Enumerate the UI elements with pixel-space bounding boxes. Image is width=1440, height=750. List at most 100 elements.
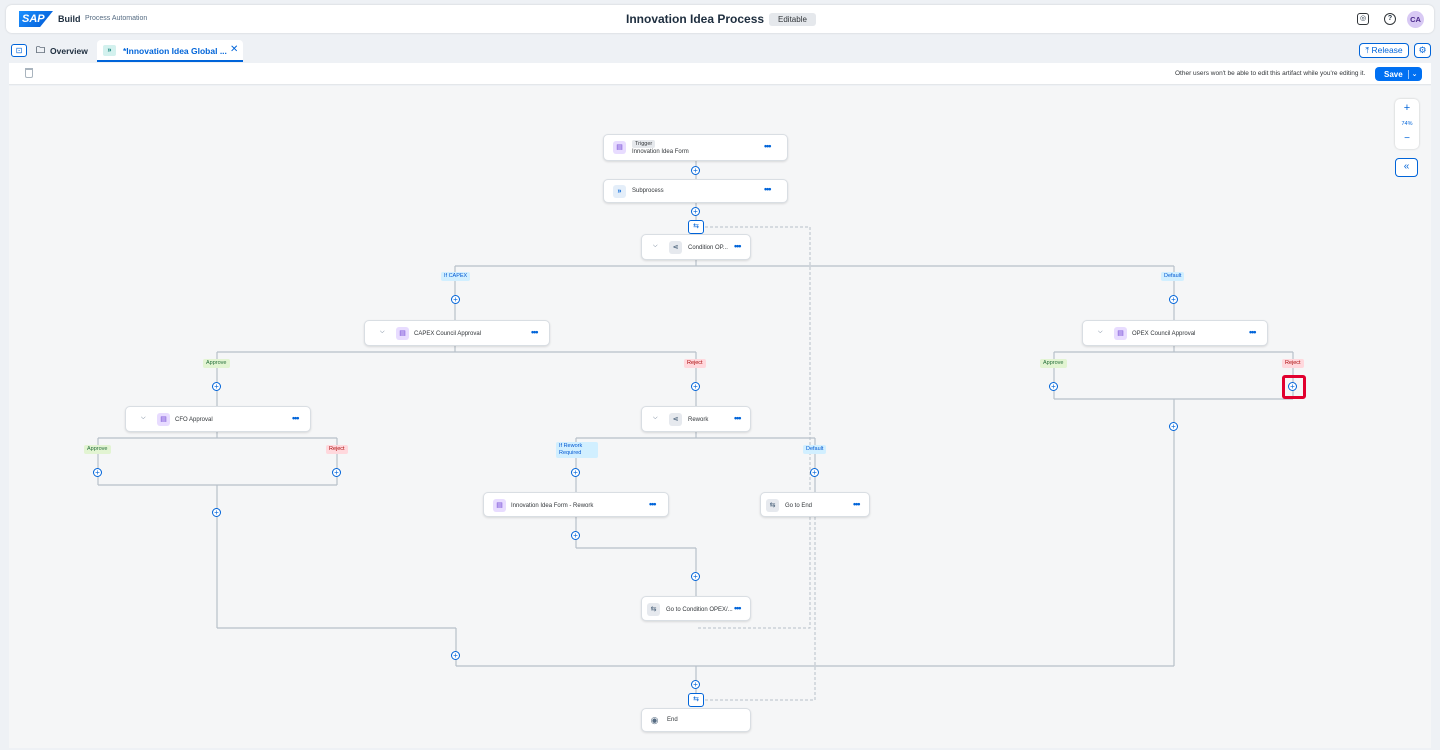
more-icon[interactable]: ••• bbox=[531, 327, 539, 337]
subprocess-node[interactable]: » Subprocess ••• bbox=[603, 179, 788, 203]
more-icon[interactable]: ••• bbox=[764, 141, 772, 151]
form-icon: ▤ bbox=[613, 141, 626, 154]
process-canvas[interactable]: ▤ Trigger Innovation Idea Form ••• + » Su… bbox=[9, 86, 1431, 748]
opex-approval-node[interactable]: ⌵ ▤ OPEX Council Approval ••• bbox=[1082, 320, 1268, 346]
capex-approval-node[interactable]: ⌵ ▤ CAPEX Council Approval ••• bbox=[364, 320, 550, 346]
chevron-down-icon[interactable]: ⌵ bbox=[653, 415, 658, 422]
more-icon[interactable]: ••• bbox=[1249, 327, 1257, 337]
branch-label-default: Default bbox=[803, 445, 827, 454]
add-step-button[interactable]: + bbox=[571, 468, 580, 477]
add-step-button[interactable]: + bbox=[93, 468, 102, 477]
end-icon: ◉ bbox=[650, 715, 659, 725]
chevron-down-icon[interactable]: ⌵ bbox=[653, 243, 658, 250]
branch-label-reject: Reject bbox=[1282, 359, 1304, 368]
go-condition-label: Go to Condition OPEX/... bbox=[666, 607, 733, 613]
go-to-end-node[interactable]: ⇆ Go to End ••• bbox=[760, 492, 870, 517]
rework-cond-line2: Required bbox=[559, 450, 582, 456]
chevron-down-icon[interactable]: ⌵ bbox=[1098, 329, 1103, 336]
status-badge: Editable bbox=[769, 13, 816, 26]
end-label: End bbox=[667, 717, 678, 723]
loop-gateway-icon[interactable]: ⇆ bbox=[688, 220, 704, 234]
more-icon[interactable]: ••• bbox=[292, 413, 300, 423]
cfo-label: CFO Approval bbox=[175, 417, 213, 423]
condition-label: Condition OP... bbox=[688, 245, 728, 251]
capex-label: CAPEX Council Approval bbox=[414, 331, 482, 337]
end-node[interactable]: ◉ End bbox=[641, 708, 751, 732]
chevron-down-icon[interactable]: ⌵ bbox=[380, 329, 385, 336]
branch-label-reject: Reject bbox=[684, 359, 706, 368]
help-icon[interactable]: ? bbox=[1384, 13, 1396, 25]
zoom-in-button[interactable]: + bbox=[1395, 102, 1419, 114]
add-step-button[interactable]: + bbox=[691, 166, 700, 175]
branch-label-approve: Approve bbox=[1040, 359, 1067, 368]
add-step-button[interactable]: + bbox=[810, 468, 819, 477]
add-step-button[interactable]: + bbox=[1169, 422, 1178, 431]
collapse-panel-icon[interactable]: « bbox=[1395, 158, 1418, 177]
process-icon: » bbox=[103, 45, 116, 56]
branch-label-rework: If Rework Required bbox=[556, 442, 598, 458]
add-step-button[interactable]: + bbox=[691, 207, 700, 216]
release-button[interactable]: ⤒ Release bbox=[1359, 43, 1409, 58]
subproduct-name: Process Automation bbox=[85, 15, 148, 22]
lobby-icon[interactable]: ⊡ bbox=[11, 44, 27, 57]
release-label: Release bbox=[1371, 45, 1403, 55]
subprocess-label: Subprocess bbox=[632, 188, 664, 194]
add-step-button[interactable]: + bbox=[451, 651, 460, 660]
tab-overview-label: Overview bbox=[50, 46, 88, 56]
branch-icon: ⋖ bbox=[669, 241, 682, 254]
rework-form-node[interactable]: ▤ Innovation Idea Form - Rework ••• bbox=[483, 492, 669, 517]
delete-icon[interactable] bbox=[25, 68, 33, 78]
editor-toolbar: Other users won't be able to edit this a… bbox=[9, 63, 1431, 85]
chevron-down-icon[interactable]: ⌵ bbox=[141, 415, 146, 422]
tab-overview[interactable]: 🗀 Overview bbox=[36, 41, 88, 61]
add-step-button[interactable]: + bbox=[691, 572, 700, 581]
gear-icon[interactable]: ⚙ bbox=[1414, 43, 1431, 58]
sap-logo[interactable]: SAP bbox=[19, 11, 53, 27]
joule-icon[interactable]: ◎ bbox=[1357, 13, 1369, 25]
page-title: Innovation Idea Process bbox=[626, 12, 765, 26]
more-icon[interactable]: ••• bbox=[734, 413, 742, 423]
add-step-button[interactable]: + bbox=[332, 468, 341, 477]
close-icon[interactable]: ✕ bbox=[230, 44, 238, 55]
cfo-approval-node[interactable]: ⌵ ▤ CFO Approval ••• bbox=[125, 406, 311, 432]
add-step-button[interactable]: + bbox=[571, 531, 580, 540]
subprocess-icon: » bbox=[613, 185, 626, 198]
add-step-button[interactable]: + bbox=[1169, 295, 1178, 304]
avatar[interactable]: CA bbox=[1407, 11, 1424, 28]
tab-process-editor[interactable]: » *Innovation Idea Global ... ✕ bbox=[97, 40, 243, 62]
opex-label: OPEX Council Approval bbox=[1132, 331, 1196, 337]
save-button[interactable]: Save ⌄ bbox=[1375, 67, 1422, 81]
goto-icon: ⇆ bbox=[647, 603, 660, 616]
condition-node[interactable]: ⌵ ⋖ Condition OP... ••• bbox=[641, 234, 751, 260]
loop-gateway-icon[interactable]: ⇆ bbox=[688, 693, 704, 707]
trigger-node[interactable]: ▤ Trigger Innovation Idea Form ••• bbox=[603, 134, 788, 161]
more-icon[interactable]: ••• bbox=[734, 603, 742, 613]
rework-form-label: Innovation Idea Form - Rework bbox=[511, 503, 594, 509]
branch-label-capex: If CAPEX bbox=[441, 272, 471, 281]
zoom-level[interactable]: 74% bbox=[1395, 121, 1419, 127]
branch-icon: ⋖ bbox=[669, 413, 682, 426]
form-icon: ▤ bbox=[493, 499, 506, 512]
add-step-button[interactable]: + bbox=[1049, 382, 1058, 391]
add-step-button[interactable]: + bbox=[691, 680, 700, 689]
more-icon[interactable]: ••• bbox=[764, 184, 772, 194]
form-icon: ▤ bbox=[1114, 327, 1127, 340]
rework-cond-line1: If Rework bbox=[559, 443, 583, 449]
chevron-down-icon[interactable]: ⌄ bbox=[1408, 69, 1420, 79]
go-to-condition-node[interactable]: ⇆ Go to Condition OPEX/... ••• bbox=[641, 596, 751, 621]
add-step-button[interactable]: + bbox=[691, 382, 700, 391]
trigger-name: Innovation Idea Form bbox=[632, 149, 689, 155]
product-name: Build bbox=[58, 14, 81, 24]
rework-node[interactable]: ⌵ ⋖ Rework ••• bbox=[641, 406, 751, 432]
branch-label-approve: Approve bbox=[84, 445, 111, 454]
trigger-tag: Trigger bbox=[632, 140, 656, 148]
form-icon: ▤ bbox=[157, 413, 170, 426]
zoom-out-button[interactable]: − bbox=[1395, 133, 1419, 144]
add-step-button[interactable]: + bbox=[212, 382, 221, 391]
more-icon[interactable]: ••• bbox=[853, 499, 861, 509]
add-step-button[interactable]: + bbox=[212, 508, 221, 517]
more-icon[interactable]: ••• bbox=[734, 241, 742, 251]
more-icon[interactable]: ••• bbox=[649, 499, 657, 509]
tab-process-label: *Innovation Idea Global ... bbox=[123, 46, 227, 56]
add-step-button[interactable]: + bbox=[451, 295, 460, 304]
